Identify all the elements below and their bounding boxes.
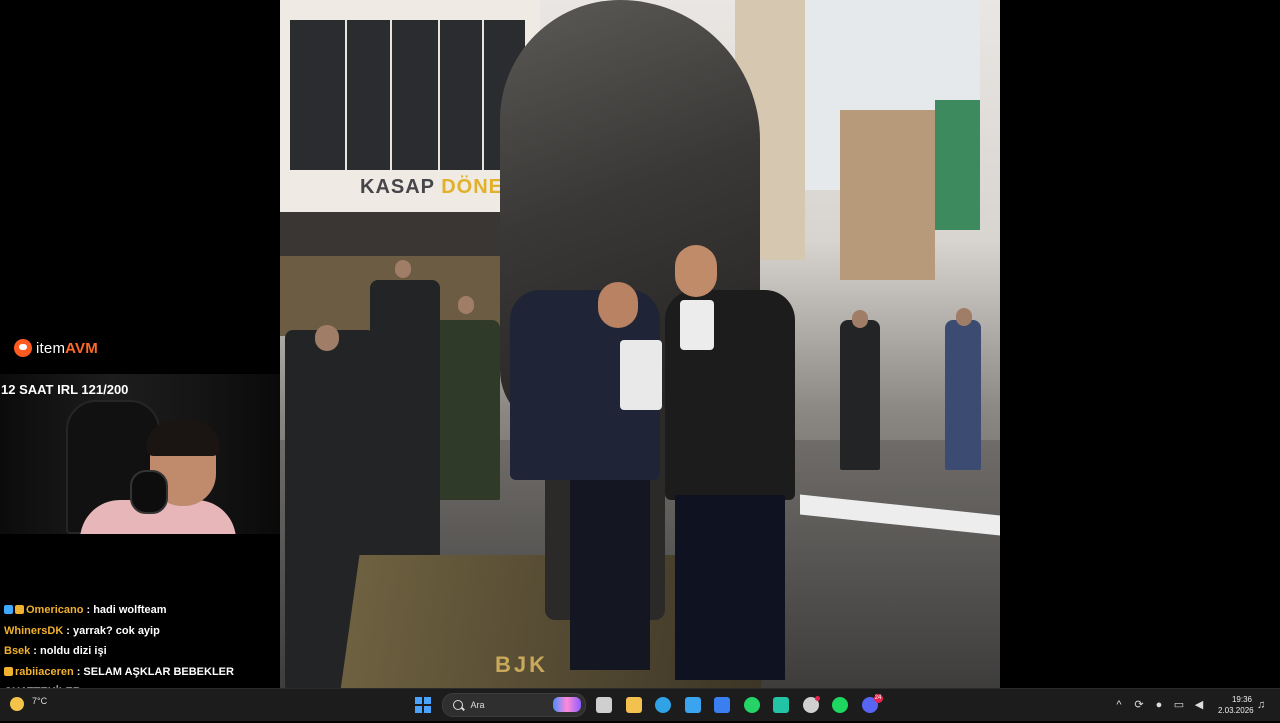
taskbar: 7°C Ara 24 ^ ⟳ ● ▭ ◀ 19:36 2.03.2026 ♫	[0, 688, 1280, 721]
spotify-icon	[832, 697, 848, 713]
person-man-head	[675, 245, 717, 297]
chat-message: Bsek: noldu dizi işi	[0, 641, 280, 662]
photo-building-green	[935, 100, 980, 230]
person-man-jeans	[675, 495, 785, 680]
weather-icon	[10, 697, 24, 711]
file-explorer-icon	[626, 697, 642, 713]
task-view-icon	[596, 697, 612, 713]
chat-username: rabiiaceren	[15, 666, 74, 678]
person-boy-scarf	[620, 340, 662, 410]
sponsor-icon	[14, 339, 32, 357]
plinth-text: BJK	[495, 652, 548, 678]
microphone-icon[interactable]: ●	[1152, 698, 1166, 712]
photo-building-far	[840, 110, 935, 280]
stream-overlay-panel: itemAVM 12 SAAT IRL 121/200 Omericano: h…	[0, 0, 280, 688]
chat-username: Bsek	[4, 645, 30, 657]
chat-message: Omericano: hadi wolfteam	[0, 600, 280, 621]
taskbar-app-button[interactable]	[737, 693, 767, 717]
weather-temp: 7°C	[32, 696, 47, 706]
whatsapp-icon	[744, 697, 760, 713]
start-button[interactable]	[408, 693, 438, 717]
taskbar-app-button[interactable]	[590, 693, 620, 717]
taskbar-app-button[interactable]	[767, 693, 797, 717]
stream-title: 12 SAAT IRL 121/200	[1, 382, 128, 397]
network-icon[interactable]: ▭	[1172, 698, 1186, 712]
clock-time: 19:36	[1218, 694, 1252, 705]
person-boy-jeans	[570, 480, 650, 670]
chat-username: WhinersDK	[4, 625, 63, 637]
mail-icon	[714, 697, 730, 713]
chat-message: WhinersDK: yarrak? cok ayip	[0, 621, 280, 642]
sponsor-logo: itemAVM	[14, 336, 98, 360]
search-icon	[453, 700, 463, 710]
notification-dot-icon	[815, 696, 820, 701]
headset-icon	[130, 470, 168, 514]
search-input[interactable]: Ara	[442, 693, 586, 717]
taskbar-app-button[interactable]	[649, 693, 679, 717]
chevron-up-icon[interactable]: ^	[1112, 698, 1126, 712]
search-placeholder: Ara	[471, 700, 485, 710]
chat-badge-icon	[15, 605, 24, 614]
chat-text: : hadi wolfteam	[86, 604, 166, 616]
discord-badge: 24	[874, 694, 883, 703]
taskbar-apps: Ara 24	[408, 693, 885, 717]
taskbar-app-button[interactable]	[826, 693, 856, 717]
chat-username: Omericano	[26, 604, 83, 616]
capture-icon	[773, 697, 789, 713]
weather-widget[interactable]: 7°C	[10, 693, 70, 717]
person-boy-head	[598, 282, 638, 328]
crowd-person-head	[395, 260, 411, 278]
chat-text: : noldu dizi işi	[33, 645, 106, 657]
taskbar-app-button[interactable]: 24	[855, 693, 885, 717]
crowd-person	[945, 320, 981, 470]
store-icon	[685, 697, 701, 713]
crowd-person	[840, 320, 880, 470]
edge-icon	[655, 697, 671, 713]
person-man-scarf	[680, 300, 714, 350]
chat-badge-icon	[4, 667, 13, 676]
search-highlight-icon	[553, 697, 581, 712]
displayed-photo: KASAP DÖNER BJK	[280, 0, 1000, 688]
windows-icon	[415, 697, 431, 713]
taskbar-app-button[interactable]	[796, 693, 826, 717]
chat-badge-icon	[4, 605, 13, 614]
taskbar-app-button[interactable]	[708, 693, 738, 717]
notification-bell-icon[interactable]: ♫	[1257, 699, 1265, 711]
chat-message: rabiiaceren: SELAM AŞKLAR BEBEKLER	[0, 662, 280, 683]
crowd-person-head	[956, 308, 972, 326]
chat-text: : SELAM AŞKLAR BEBEKLER	[77, 666, 234, 678]
crowd-person-head	[852, 310, 868, 328]
crowd-person	[370, 280, 440, 580]
crowd-person-head	[458, 296, 474, 314]
taskbar-app-button[interactable]	[678, 693, 708, 717]
webcam-feed	[0, 374, 280, 534]
system-tray: ^ ⟳ ● ▭ ◀	[1112, 693, 1206, 717]
chat-text: : yarrak? cok ayip	[66, 625, 160, 637]
volume-icon[interactable]: ◀	[1192, 698, 1206, 712]
streamer-hair	[146, 420, 220, 456]
clock-date: 2.03.2026	[1218, 705, 1252, 716]
sponsor-text: itemAVM	[36, 340, 98, 357]
sync-icon[interactable]: ⟳	[1132, 698, 1146, 712]
taskbar-app-button[interactable]	[619, 693, 649, 717]
crowd-person-head	[315, 325, 339, 351]
clock[interactable]: 19:36 2.03.2026	[1218, 694, 1252, 716]
